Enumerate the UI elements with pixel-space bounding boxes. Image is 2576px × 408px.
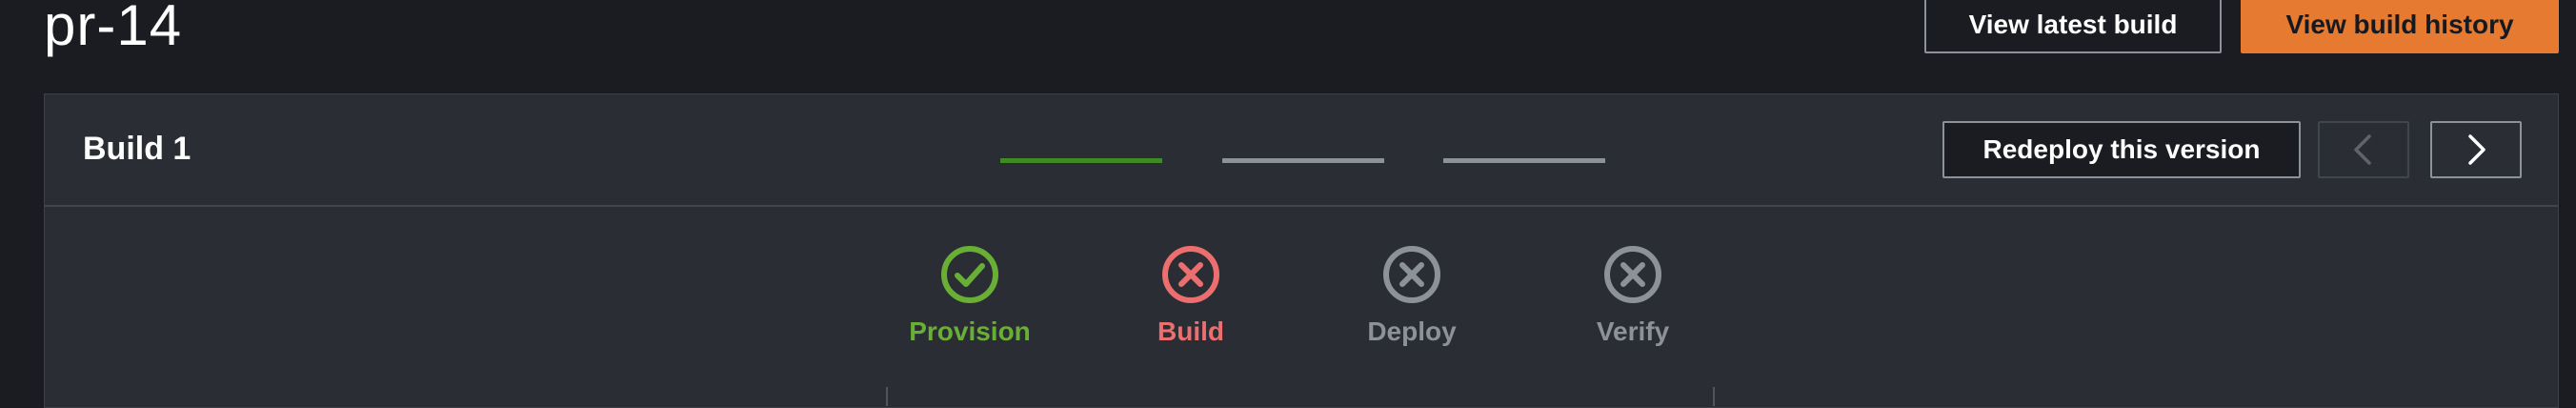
chevron-left-icon [2354, 134, 2371, 165]
x-circle-icon [1162, 246, 1219, 303]
chevron-right-icon [2468, 134, 2485, 165]
x-circle-icon [1383, 246, 1440, 303]
next-build-button[interactable] [2430, 121, 2522, 178]
view-latest-build-button[interactable]: View latest build [1924, 0, 2222, 53]
view-build-history-button[interactable]: View build history [2241, 0, 2559, 53]
step-label-provision: Provision [909, 316, 1031, 346]
page-title: pr-14 [44, 0, 183, 57]
step-label-build: Build [1157, 316, 1224, 346]
divider [886, 387, 888, 406]
connector-provision-build [1000, 158, 1162, 163]
build-title: Build 1 [83, 131, 191, 167]
step-label-deploy: Deploy [1367, 316, 1457, 346]
divider [1713, 387, 1715, 406]
connector-deploy-verify [1443, 158, 1605, 163]
previous-build-button[interactable] [2318, 121, 2409, 178]
step-label-verify: Verify [1596, 316, 1670, 346]
connector-build-deploy [1222, 158, 1384, 163]
redeploy-button[interactable]: Redeploy this version [1942, 121, 2301, 178]
check-circle-icon [941, 246, 998, 303]
x-circle-icon [1604, 246, 1661, 303]
build-panel: Build 1 Redeploy this version [44, 93, 2559, 408]
build-panel-header: Build 1 Redeploy this version [45, 94, 2558, 207]
